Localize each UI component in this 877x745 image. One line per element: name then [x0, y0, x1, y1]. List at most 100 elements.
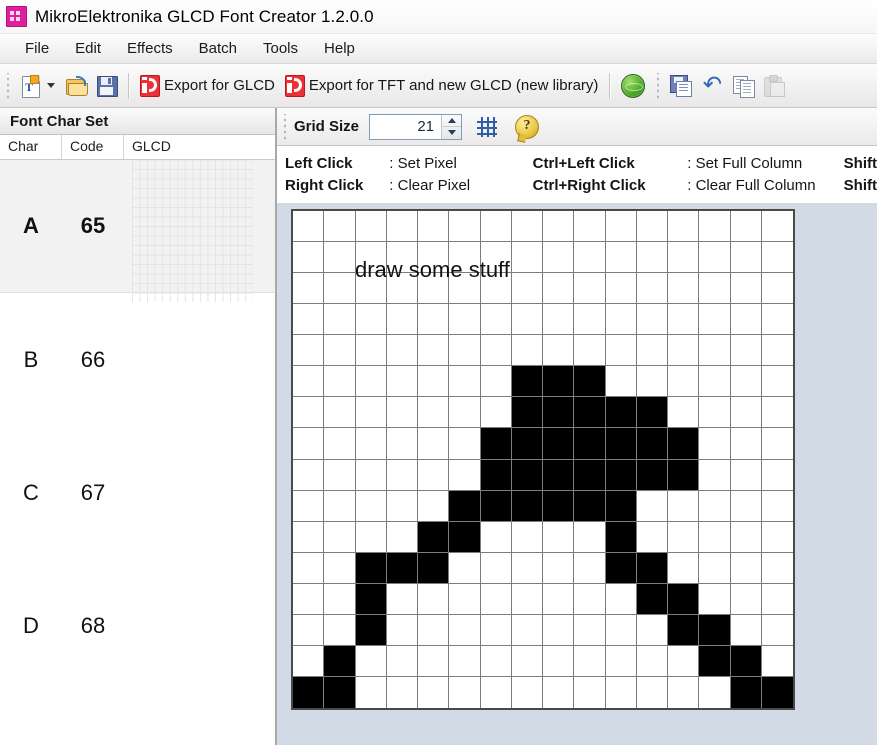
- pixel-cell[interactable]: [699, 211, 731, 243]
- pixel-cell[interactable]: [574, 583, 606, 615]
- pixel-cell[interactable]: [699, 242, 731, 274]
- pixel-cell[interactable]: [449, 397, 481, 429]
- pixel-cell[interactable]: [730, 242, 762, 274]
- pixel-cell[interactable]: [699, 490, 731, 522]
- pixel-cell[interactable]: [605, 211, 637, 243]
- pixel-cell[interactable]: [449, 552, 481, 584]
- toolbar-grip-2[interactable]: [654, 72, 663, 99]
- pixel-cell[interactable]: [418, 676, 450, 708]
- pixel-cell[interactable]: [480, 645, 512, 677]
- pixel-cell[interactable]: [511, 490, 543, 522]
- pixel-cell[interactable]: [324, 676, 356, 708]
- pixel-cell[interactable]: [543, 459, 575, 491]
- pixel-cell[interactable]: [761, 428, 793, 460]
- pixel-cell[interactable]: [355, 242, 387, 274]
- pixel-cell[interactable]: [355, 335, 387, 367]
- pixel-cell[interactable]: [574, 676, 606, 708]
- pixel-cell[interactable]: [543, 428, 575, 460]
- pixel-cell[interactable]: [574, 552, 606, 584]
- menu-item-edit[interactable]: Edit: [62, 37, 114, 60]
- pixel-cell[interactable]: [668, 459, 700, 491]
- pixel-cell[interactable]: [511, 273, 543, 305]
- pixel-cell[interactable]: [543, 676, 575, 708]
- pixel-cell[interactable]: [293, 273, 325, 305]
- pixel-cell[interactable]: [605, 490, 637, 522]
- pixel-cell[interactable]: [324, 459, 356, 491]
- pixel-cell[interactable]: [480, 521, 512, 553]
- pixel-cell[interactable]: [636, 521, 668, 553]
- pixel-cell[interactable]: [730, 614, 762, 646]
- pixel-cell[interactable]: [636, 676, 668, 708]
- pixel-cell[interactable]: [605, 645, 637, 677]
- pixel-cell[interactable]: [636, 428, 668, 460]
- pixel-cell[interactable]: [355, 645, 387, 677]
- pixel-cell[interactable]: [480, 428, 512, 460]
- pixel-cell[interactable]: [324, 490, 356, 522]
- pixel-cell[interactable]: [386, 211, 418, 243]
- pixel-cell[interactable]: [605, 397, 637, 429]
- pixel-cell[interactable]: [574, 242, 606, 274]
- pixel-cell[interactable]: [324, 583, 356, 615]
- table-row[interactable]: B 66: [0, 293, 276, 426]
- pixel-cell[interactable]: [480, 366, 512, 398]
- pixel-cell[interactable]: [668, 645, 700, 677]
- pixel-cell[interactable]: [449, 366, 481, 398]
- pixel-cell[interactable]: [355, 490, 387, 522]
- pixel-cell[interactable]: [293, 552, 325, 584]
- pixel-cell[interactable]: [386, 552, 418, 584]
- pixel-cell[interactable]: [668, 521, 700, 553]
- pixel-cell[interactable]: [511, 428, 543, 460]
- pixel-cell[interactable]: [543, 583, 575, 615]
- pixel-cell[interactable]: [605, 273, 637, 305]
- pixel-cell[interactable]: [761, 583, 793, 615]
- pixel-cell[interactable]: [699, 366, 731, 398]
- pixel-cell[interactable]: [699, 428, 731, 460]
- pixel-cell[interactable]: [730, 397, 762, 429]
- pixel-cell[interactable]: [480, 242, 512, 274]
- pixel-cell[interactable]: [449, 335, 481, 367]
- pixel-cell[interactable]: [511, 676, 543, 708]
- pixel-cell[interactable]: [761, 242, 793, 274]
- pixel-cell[interactable]: [699, 521, 731, 553]
- pixel-cell[interactable]: [511, 397, 543, 429]
- pixel-cell[interactable]: [418, 521, 450, 553]
- pixel-cell[interactable]: [574, 459, 606, 491]
- pixel-cell[interactable]: [324, 304, 356, 336]
- pixel-cell[interactable]: [293, 366, 325, 398]
- pixel-cell[interactable]: [699, 552, 731, 584]
- pixel-cell[interactable]: [293, 676, 325, 708]
- pixel-cell[interactable]: [355, 273, 387, 305]
- pixel-cell[interactable]: [386, 335, 418, 367]
- pixel-cell[interactable]: [761, 335, 793, 367]
- pixel-cell[interactable]: [511, 459, 543, 491]
- pixel-cell[interactable]: [761, 614, 793, 646]
- pixel-cell[interactable]: [324, 335, 356, 367]
- pixel-cell[interactable]: [480, 211, 512, 243]
- pixel-cell[interactable]: [574, 366, 606, 398]
- pixel-cell[interactable]: [543, 645, 575, 677]
- pixel-cell[interactable]: [730, 366, 762, 398]
- pixel-cell[interactable]: [418, 583, 450, 615]
- pixel-cell[interactable]: [761, 676, 793, 708]
- pixel-cell[interactable]: [418, 211, 450, 243]
- pixel-cell[interactable]: [355, 304, 387, 336]
- pixel-cell[interactable]: [761, 397, 793, 429]
- pixel-cell[interactable]: [355, 614, 387, 646]
- pixel-cell[interactable]: [543, 614, 575, 646]
- table-row[interactable]: A 65: [0, 160, 276, 302]
- pixel-cell[interactable]: [668, 242, 700, 274]
- pixel-cell[interactable]: [761, 366, 793, 398]
- pixel-cell[interactable]: [386, 242, 418, 274]
- grid-size-stepper[interactable]: [369, 113, 463, 140]
- pixel-cell[interactable]: [574, 428, 606, 460]
- pixel-cell[interactable]: [636, 242, 668, 274]
- pixel-cell[interactable]: [543, 242, 575, 274]
- pixel-cell[interactable]: [636, 459, 668, 491]
- pixel-cell[interactable]: [418, 552, 450, 584]
- table-row[interactable]: C 67: [0, 426, 276, 559]
- pixel-cell[interactable]: [324, 242, 356, 274]
- pixel-cell[interactable]: [699, 676, 731, 708]
- pixel-cell[interactable]: [293, 211, 325, 243]
- pixel-cell[interactable]: [355, 459, 387, 491]
- pixel-cell[interactable]: [543, 490, 575, 522]
